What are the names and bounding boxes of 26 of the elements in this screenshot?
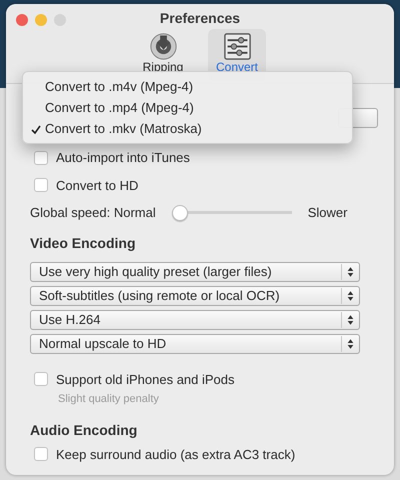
section-heading: Video Encoding [30, 234, 137, 253]
close-button[interactable] [16, 14, 28, 26]
section-heading: Audio Encoding [30, 420, 138, 440]
speed-label: Global speed: Normal [30, 204, 156, 222]
hint-text: Slight quality penalty [57, 392, 160, 407]
popup-button[interactable]: Soft-subtitles (using remote or local OCR) [30, 286, 360, 306]
slider-thumb[interactable] [172, 204, 188, 221]
checkbox[interactable] [34, 150, 48, 165]
popup-button[interactable]: Use very high quality preset (larger files) [30, 262, 360, 282]
checkbox-label: Convert to HD [56, 176, 138, 194]
speed-label: Slower [308, 204, 348, 222]
menu-item[interactable]: Convert to .mp4 (Mpeg-4) [23, 97, 352, 118]
checkbox[interactable] [34, 447, 48, 462]
checkbox-label: Support old iPhones and iPods [56, 370, 235, 389]
sliders-icon [224, 33, 250, 60]
checkbox-label: Keep surround audio (as extra AC3 track) [56, 446, 296, 464]
checkbox[interactable] [34, 178, 48, 192]
checkmark-icon [31, 124, 41, 135]
disc-icon [150, 33, 176, 60]
minimize-button[interactable] [35, 14, 47, 26]
checkbox-label: Auto-import into iTunes [56, 149, 190, 167]
window-title: Preferences [160, 9, 240, 28]
checkbox[interactable] [34, 372, 48, 386]
popup-button[interactable]: Use H.264 [30, 310, 360, 330]
menu-item[interactable]: Convert to .mkv (Matroska) [23, 118, 352, 139]
popup-button[interactable]: Normal upscale to HD [30, 334, 360, 354]
